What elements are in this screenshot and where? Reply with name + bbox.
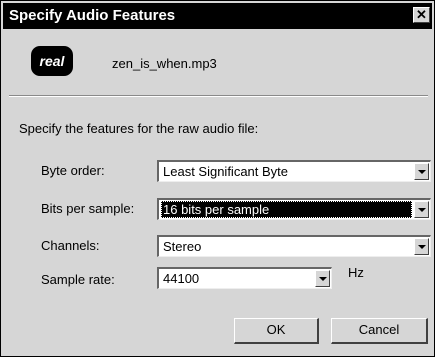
file-name: zen_is_when.mp3 [112,56,217,71]
bits-per-sample-value: 16 bits per sample [161,201,412,218]
channels-value: Stereo [163,239,202,254]
divider [9,95,428,97]
channels-label: Channels: [41,238,100,253]
channels-select[interactable]: Stereo [157,235,431,257]
bits-per-sample-label: Bits per sample: [41,201,135,216]
bits-per-sample-select[interactable]: 16 bits per sample [157,198,431,220]
cancel-button[interactable]: Cancel [331,318,428,344]
sample-rate-combobox[interactable]: 44100 [157,267,332,289]
chevron-down-icon [418,245,426,249]
chevron-down-icon [319,277,327,281]
sample-rate-label: Sample rate: [41,272,115,287]
real-logo: real [31,46,73,76]
sample-rate-unit: Hz [348,265,364,280]
chevron-down-icon [418,170,426,174]
specify-audio-features-dialog: Specify Audio Features ✕ real zen_is_whe… [0,0,435,357]
instructions-text: Specify the features for the raw audio f… [19,121,259,136]
window-title: Specify Audio Features [9,7,176,24]
byte-order-value: Least Significant Byte [163,164,289,179]
sample-rate-dropdown-button[interactable] [315,270,330,287]
channels-dropdown-button[interactable] [414,238,429,255]
byte-order-select[interactable]: Least Significant Byte [157,160,431,182]
close-button[interactable]: ✕ [413,7,430,23]
byte-order-label: Byte order: [41,163,105,178]
ok-button[interactable]: OK [234,318,319,344]
sample-rate-value: 44100 [163,271,200,286]
title-bar[interactable]: Specify Audio Features ✕ [3,3,432,29]
chevron-down-icon [418,208,426,212]
byte-order-dropdown-button[interactable] [414,163,429,180]
close-icon: ✕ [416,7,427,22]
bits-per-sample-dropdown-button[interactable] [414,201,429,218]
